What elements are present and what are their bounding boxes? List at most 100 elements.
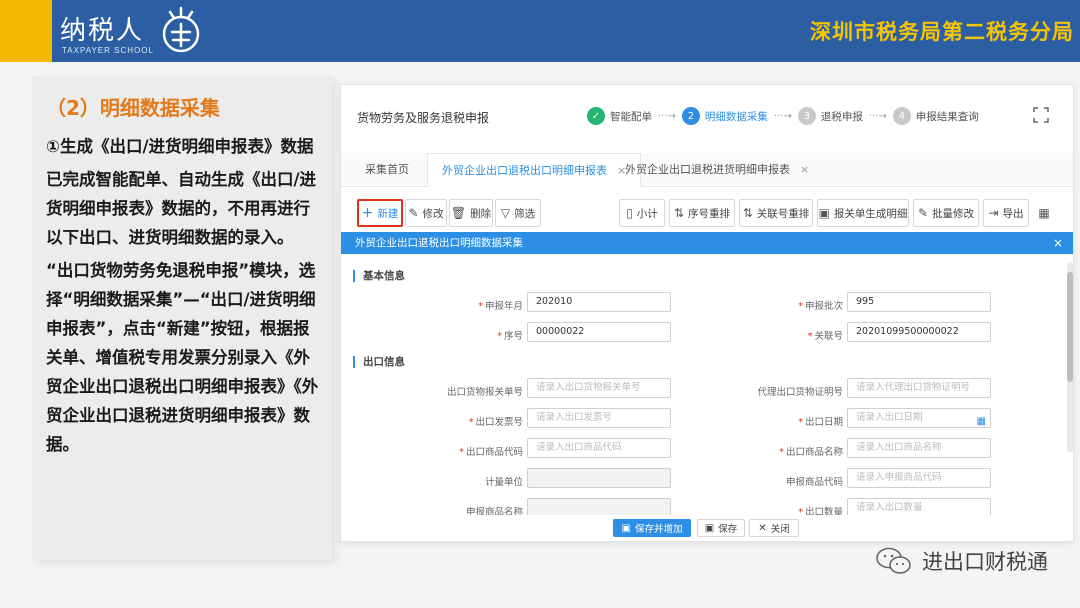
export-button[interactable]: ⇥ 导出 xyxy=(983,199,1029,227)
button-label: 新建 xyxy=(377,207,399,220)
batch-input[interactable]: 995 xyxy=(847,292,991,312)
step-label: 退税申报 xyxy=(820,110,863,123)
tab-purchase-detail[interactable]: 外贸企业出口退税进货明细申报表 × xyxy=(611,153,823,187)
export-icon: ⇥ xyxy=(988,206,999,220)
save-icon: ▣ xyxy=(621,522,631,534)
goods-name-label: * 出口商品名称 xyxy=(779,447,843,458)
link-no-input[interactable]: 20201099500000022 xyxy=(847,322,991,342)
button-label: 报关单生成明细 xyxy=(833,207,908,220)
button-label: 导出 xyxy=(1002,207,1024,220)
export-date-label: * 出口日期 xyxy=(798,417,843,428)
step-label: 申报结果查询 xyxy=(915,110,979,123)
step-number: 4 xyxy=(892,107,911,125)
period-input[interactable]: 202010 xyxy=(527,292,671,312)
arrow-right-icon: ···→ xyxy=(658,110,676,122)
logo-emblem-icon xyxy=(162,6,200,53)
unit-input xyxy=(527,468,671,488)
step-3[interactable]: 3 退税申报 xyxy=(797,107,863,125)
button-label: 修改 xyxy=(422,207,444,220)
scrollbar-thumb[interactable] xyxy=(1067,272,1073,382)
decl-code-label: 申报商品代码 xyxy=(785,477,843,488)
goods-name-input[interactable]: 请录入出口商品名称 xyxy=(847,438,991,458)
step-label: 明细数据采集 xyxy=(704,110,768,123)
grid-settings-button[interactable]: ▦ xyxy=(1035,199,1057,227)
image-icon: ▣ xyxy=(818,206,830,220)
step-1[interactable]: ✓ 智能配单 xyxy=(587,107,652,125)
section-title: （2）明细数据采集 xyxy=(46,96,220,120)
trash-icon: 🗑 xyxy=(450,206,467,220)
export-date-input[interactable]: 请录入出口日期 ▦ xyxy=(847,408,991,428)
batch-label: * 申报批次 xyxy=(798,301,843,312)
button-label: 批量修改 xyxy=(932,207,975,220)
period-label: * 申报年月 xyxy=(478,301,523,312)
filter-icon: ▽ xyxy=(500,206,511,220)
modal-footer: ▣ 保存并增加 ▣ 保存 ✕ 关闭 xyxy=(341,515,1073,541)
goods-code-input[interactable]: 请录入出口商品代码 xyxy=(527,438,671,458)
step-4[interactable]: 4 申报结果查询 xyxy=(892,107,979,125)
button-label: 保存并增加 xyxy=(634,524,683,535)
subtotal-button[interactable]: ▯ 小计 xyxy=(619,199,665,227)
decl-code-input[interactable]: 请录入申报商品代码 xyxy=(847,468,991,488)
batch-edit-button[interactable]: ✎ 批量修改 xyxy=(913,199,979,227)
header-bar: 纳税人 TAXPAYER SCHOOL 深圳市税务局第二税务分局 xyxy=(0,0,1080,62)
logo-text: 纳税人 xyxy=(60,16,145,46)
button-label: 筛选 xyxy=(514,207,536,220)
button-label: 保存 xyxy=(718,524,738,535)
customs-no-label: 出口货物报关单号 xyxy=(446,387,523,398)
watermark-text: 进出口财税通 xyxy=(922,550,1048,574)
arrow-right-icon: ···→ xyxy=(773,110,792,122)
save-and-add-button[interactable]: ▣ 保存并增加 xyxy=(613,519,691,537)
close-icon[interactable]: × xyxy=(1053,232,1063,254)
gen-from-customs-button[interactable]: ▣ 报关单生成明细 xyxy=(817,199,909,227)
step-label: 智能配单 xyxy=(610,110,652,123)
seq-label: * 序号 xyxy=(497,331,523,342)
reorder-seq-button[interactable]: ⇅ 序号重排 xyxy=(669,199,735,227)
invoice-no-input[interactable]: 请录入出口发票号 xyxy=(527,408,671,428)
step-wizard: ✓ 智能配单 ···→ 2 明细数据采集 ···→ 3 退税申报 ···→ 4 … xyxy=(587,107,985,125)
explanation-panel: （2）明细数据采集 ①生成《出口/进货明细申报表》数据 已完成智能配单、自动生成… xyxy=(32,76,332,560)
close-icon[interactable]: × xyxy=(800,163,809,176)
export-info-title: 出口信息 xyxy=(353,356,405,368)
wechat-icon xyxy=(876,547,911,574)
button-label: 删除 xyxy=(470,207,492,220)
edit-button[interactable]: ✎ 修改 xyxy=(405,199,447,227)
filter-button[interactable]: ▽ 筛选 xyxy=(495,199,541,227)
unit-label: 计量单位 xyxy=(484,477,523,488)
button-label: 小计 xyxy=(636,207,658,220)
fullscreen-icon[interactable] xyxy=(1033,107,1049,123)
logo-subtitle: TAXPAYER SCHOOL xyxy=(62,46,154,55)
agent-cert-input[interactable]: 请录入代理出口货物证明号 xyxy=(847,378,991,398)
watermark: 进出口财税通 xyxy=(874,546,1048,576)
modal-header: 外贸企业出口退税出口明细数据采集 × xyxy=(341,232,1073,254)
tab-collect-home[interactable]: 采集首页 xyxy=(351,153,423,187)
customs-no-input[interactable]: 请录入出口货物报关单号 xyxy=(527,378,671,398)
check-icon: ✓ xyxy=(587,107,605,125)
tab-export-detail[interactable]: 外贸企业出口退税出口明细申报表 × xyxy=(427,153,642,187)
close-icon: ✕ xyxy=(758,522,767,534)
edit-icon: ✎ xyxy=(408,206,419,220)
detail-collect-modal: 外贸企业出口退税出口明细数据采集 × 基本信息 * 申报年月 202010 * 申报… xyxy=(341,232,1073,541)
batch-edit-icon: ✎ xyxy=(917,206,929,220)
tab-label: 采集首页 xyxy=(365,163,409,176)
agent-cert-label: 代理出口货物证明号 xyxy=(757,387,843,398)
seq-input[interactable]: 00000022 xyxy=(527,322,671,342)
invoice-no-label: * 出口发票号 xyxy=(468,417,523,428)
save-button[interactable]: ▣ 保存 xyxy=(697,519,745,537)
header-accent xyxy=(0,0,52,62)
goods-code-label: * 出口商品代码 xyxy=(459,447,523,458)
explanation-body: ①生成《出口/进货明细申报表》数据 已完成智能配单、自动生成《出口/进货明细申报… xyxy=(46,132,322,463)
instruction-paragraph: “出口货物劳务免退税申报”模块，选择“明细数据采集”—“出口/进货明细申报表”，… xyxy=(46,261,319,454)
sort-icon: ⇅ xyxy=(673,206,685,220)
step-number: 3 xyxy=(797,107,816,125)
delete-button[interactable]: 🗑 删除 xyxy=(449,199,493,227)
sort-icon: ⇅ xyxy=(742,206,753,220)
calendar-icon[interactable]: ▦ xyxy=(977,413,986,431)
new-button[interactable]: + 新建 xyxy=(357,199,403,227)
floppy-icon: ▣ xyxy=(704,522,715,534)
step-2[interactable]: 2 明细数据采集 xyxy=(681,107,768,125)
step-heading: ①生成《出口/进货明细申报表》数据 xyxy=(46,137,314,156)
note-paragraph: 已完成智能配单、自动生成《出口/进货明细申报表》数据的，不用再进行以下出口、进货… xyxy=(46,170,317,247)
arrow-right-icon: ···→ xyxy=(868,110,887,122)
reorder-link-button[interactable]: ⇅ 关联号重排 xyxy=(739,199,813,227)
close-button[interactable]: ✕ 关闭 xyxy=(749,519,799,537)
